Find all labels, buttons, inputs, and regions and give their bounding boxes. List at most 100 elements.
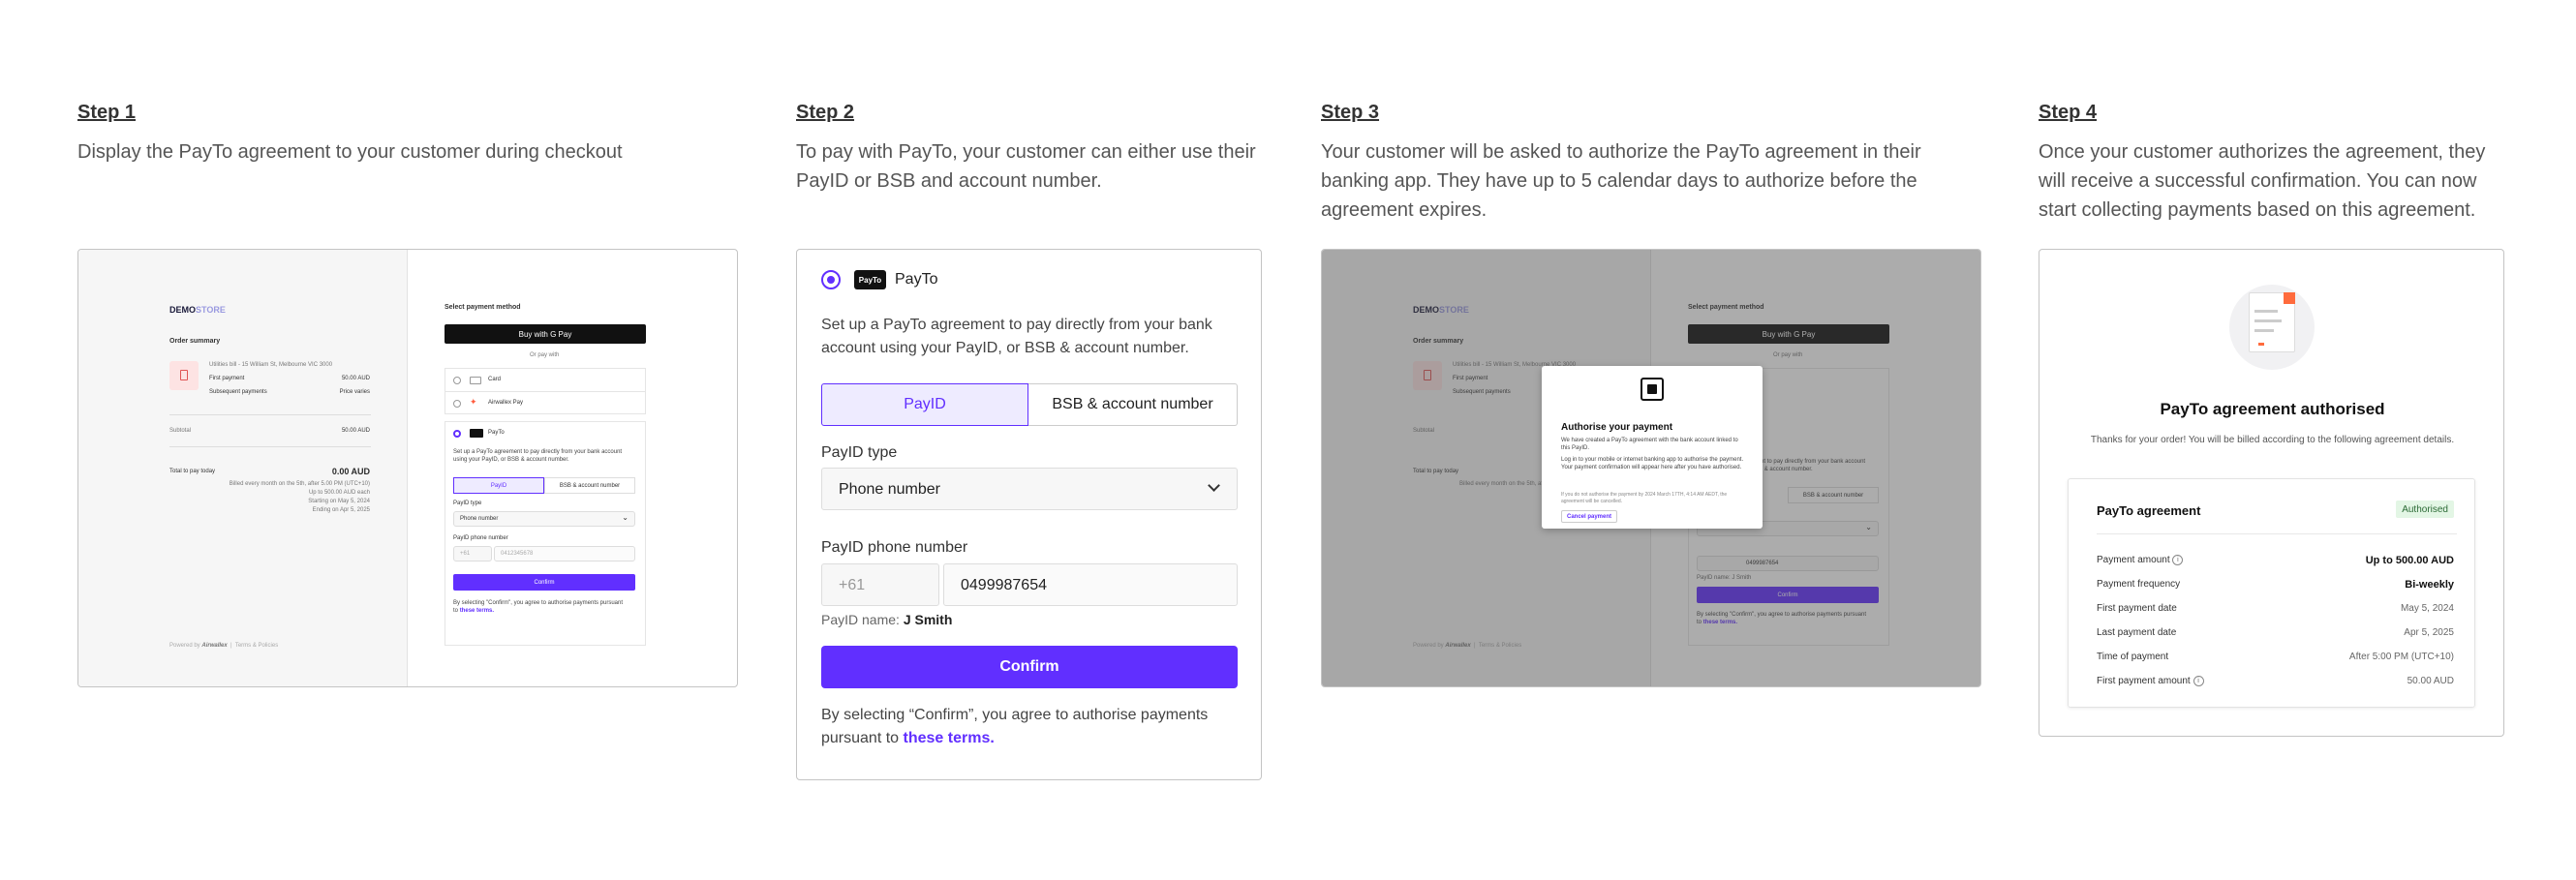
total-label: Total to pay today bbox=[169, 469, 216, 474]
payto-label: PayTo bbox=[488, 430, 505, 436]
cancel-payment-button[interactable]: Cancel payment bbox=[1561, 510, 1617, 523]
step-2-description: To pay with PayTo, your customer can eit… bbox=[796, 141, 1256, 192]
item-description: Utilities bill - 15 William St, Melbourn… bbox=[209, 362, 333, 368]
first-payment-label: First payment bbox=[209, 376, 245, 381]
phone-value: 0499987654 bbox=[961, 577, 1047, 593]
modal-text-2: Log in to your mobile or internet bankin… bbox=[1561, 457, 1744, 470]
authorise-preview: DEMOSTORE Order summary Utilities bill -… bbox=[1321, 249, 1981, 687]
confirmation-preview: PayTo agreement authorised Thanks for yo… bbox=[2039, 249, 2504, 737]
confirmation-title: PayTo agreement authorised bbox=[2160, 400, 2385, 418]
order-summary-panel: DEMOSTORE Order summary Utilities bill -… bbox=[78, 250, 408, 686]
subtotal-label: Subtotal bbox=[169, 428, 192, 434]
chevron-down-icon: ⌄ bbox=[622, 513, 629, 522]
step-2-title: Step 2 bbox=[796, 102, 855, 123]
country-code-field[interactable]: +61 bbox=[821, 563, 939, 606]
payid-type-label: PayID type bbox=[821, 444, 898, 461]
step-1-title: Step 1 bbox=[77, 102, 137, 123]
payid-type-value: Phone number bbox=[460, 516, 499, 522]
payto-radio[interactable] bbox=[453, 430, 461, 438]
country-code-field[interactable]: +61 bbox=[453, 546, 492, 561]
detail-label: First payment amount i bbox=[2097, 676, 2204, 686]
payto-label: PayTo bbox=[895, 271, 938, 288]
or-pay-with: Or pay with bbox=[530, 352, 560, 358]
payto-option[interactable]: PayTo Set up a PayTo agreement to pay di… bbox=[445, 421, 646, 646]
divider bbox=[169, 414, 371, 415]
billing-end: Ending on Apr 5, 2025 bbox=[312, 507, 370, 513]
confirmation-subtitle: Thanks for your order! You will be bille… bbox=[2090, 435, 2455, 445]
modal-text-1: We have created a PayTo agreement with t… bbox=[1561, 438, 1738, 451]
payid-phone-label: PayID phone number bbox=[453, 535, 508, 541]
airwallex-pay-label: Airwallex Pay bbox=[488, 400, 524, 406]
step-4-header: Step 4 Once your customer authorizes the… bbox=[2039, 102, 2503, 225]
payto-phone-icon bbox=[1641, 378, 1664, 401]
info-icon: i bbox=[2172, 555, 2184, 565]
payto-description: Set up a PayTo agreement to pay directly… bbox=[821, 317, 1212, 356]
confirm-button[interactable]: Confirm bbox=[821, 646, 1238, 688]
phone-placeholder: 0412345678 bbox=[501, 551, 534, 557]
step-1-header: Step 1 Display the PayTo agreement to yo… bbox=[77, 102, 697, 167]
bsb-tab[interactable]: BSB & account number bbox=[544, 477, 635, 494]
card-radio[interactable] bbox=[453, 377, 461, 384]
step-2-header: Step 2 To pay with PayTo, your customer … bbox=[796, 102, 1261, 196]
country-code-value: +61 bbox=[460, 551, 471, 557]
info-icon: i bbox=[2193, 676, 2204, 686]
divider bbox=[2097, 533, 2457, 534]
payid-tab[interactable]: PayID bbox=[453, 477, 544, 494]
google-pay-button[interactable]: Buy with G Pay bbox=[445, 324, 646, 344]
detail-label: Last payment date bbox=[2097, 627, 2177, 638]
airwallex-icon: ✦ bbox=[470, 397, 477, 407]
first-payment-value: 50.00 AUD bbox=[341, 376, 370, 381]
airwallex-radio[interactable] bbox=[453, 400, 461, 408]
agreement-card-title: PayTo agreement bbox=[2097, 503, 2201, 518]
checkout-preview: DEMOSTORE Order summary Utilities bill -… bbox=[77, 249, 738, 687]
chevron-down-icon bbox=[1208, 479, 1220, 492]
subsequent-value: Price varies bbox=[339, 389, 370, 395]
payid-type-label: PayID type bbox=[453, 501, 482, 506]
bsb-tab[interactable]: BSB & account number bbox=[1028, 383, 1238, 426]
status-badge: Authorised bbox=[2396, 501, 2454, 518]
payto-logo-icon bbox=[470, 429, 483, 438]
detail-label: First payment date bbox=[2097, 603, 2177, 614]
order-summary-title: Order summary bbox=[169, 338, 221, 345]
modal-note: If you do not authorise the payment by 2… bbox=[1561, 492, 1728, 504]
powered-by-footer: Powered by Airwallex | Terms & Policies bbox=[169, 643, 279, 649]
card-icon bbox=[470, 377, 481, 384]
billing-schedule: Billed every month on the 5th, after 5.0… bbox=[229, 481, 370, 487]
payid-tab[interactable]: PayID bbox=[821, 383, 1028, 426]
phone-input[interactable]: 0499987654 bbox=[943, 563, 1238, 606]
terms-link[interactable]: these terms. bbox=[460, 608, 494, 614]
card-label: Card bbox=[488, 377, 502, 382]
divider bbox=[169, 446, 371, 447]
payid-type-select[interactable]: Phone number bbox=[821, 468, 1238, 510]
payto-description: Set up a PayTo agreement to pay directly… bbox=[453, 449, 623, 463]
payto-logo-icon: PayTo bbox=[854, 270, 886, 289]
detail-value: May 5, 2024 bbox=[2400, 603, 2454, 614]
step-3-title: Step 3 bbox=[1321, 102, 1380, 123]
billing-start: Starting on May 5, 2024 bbox=[308, 499, 370, 504]
payment-method-panel: Select payment method Buy with G Pay Or … bbox=[408, 250, 737, 686]
country-code-value: +61 bbox=[839, 577, 866, 593]
confirm-button[interactable]: Confirm bbox=[453, 574, 635, 591]
terms-link[interactable]: these terms. bbox=[904, 730, 995, 746]
airwallex-pay-option[interactable]: ✦ Airwallex Pay bbox=[445, 391, 646, 414]
phone-input[interactable]: 0412345678 bbox=[494, 546, 635, 561]
subtotal-value: 50.00 AUD bbox=[341, 428, 370, 434]
authorise-modal: Authorise your payment We have created a… bbox=[1542, 366, 1763, 529]
payto-radio[interactable] bbox=[821, 270, 841, 289]
detail-value: After 5:00 PM (UTC+10) bbox=[2348, 652, 2454, 662]
billing-limit: Up to 500.00 AUD each bbox=[308, 490, 370, 496]
step-4-description: Once your customer authorizes the agreem… bbox=[2039, 141, 2486, 221]
terms-text: By selecting “Confirm”, you agree to aut… bbox=[821, 707, 1209, 746]
agreement-card: PayTo agreement Authorised Payment amoun… bbox=[2068, 478, 2475, 708]
card-option[interactable]: Card bbox=[445, 368, 646, 391]
step-3-description: Your customer will be asked to authorize… bbox=[1321, 141, 1921, 221]
payto-form: PayTo PayTo Set up a PayTo agreement to … bbox=[796, 249, 1262, 780]
step-1-description: Display the PayTo agreement to your cust… bbox=[77, 141, 623, 163]
payid-type-select[interactable]: Phone number ⌄ bbox=[453, 511, 635, 527]
terms-text: By selecting "Confirm", you agree to aut… bbox=[453, 600, 624, 614]
detail-value: Up to 500.00 AUD bbox=[2365, 555, 2454, 566]
step-4-title: Step 4 bbox=[2039, 102, 2098, 123]
modal-title: Authorise your payment bbox=[1561, 422, 1673, 433]
phone-label: PayID phone number bbox=[821, 539, 968, 556]
total-value: 0.00 AUD bbox=[331, 467, 370, 476]
